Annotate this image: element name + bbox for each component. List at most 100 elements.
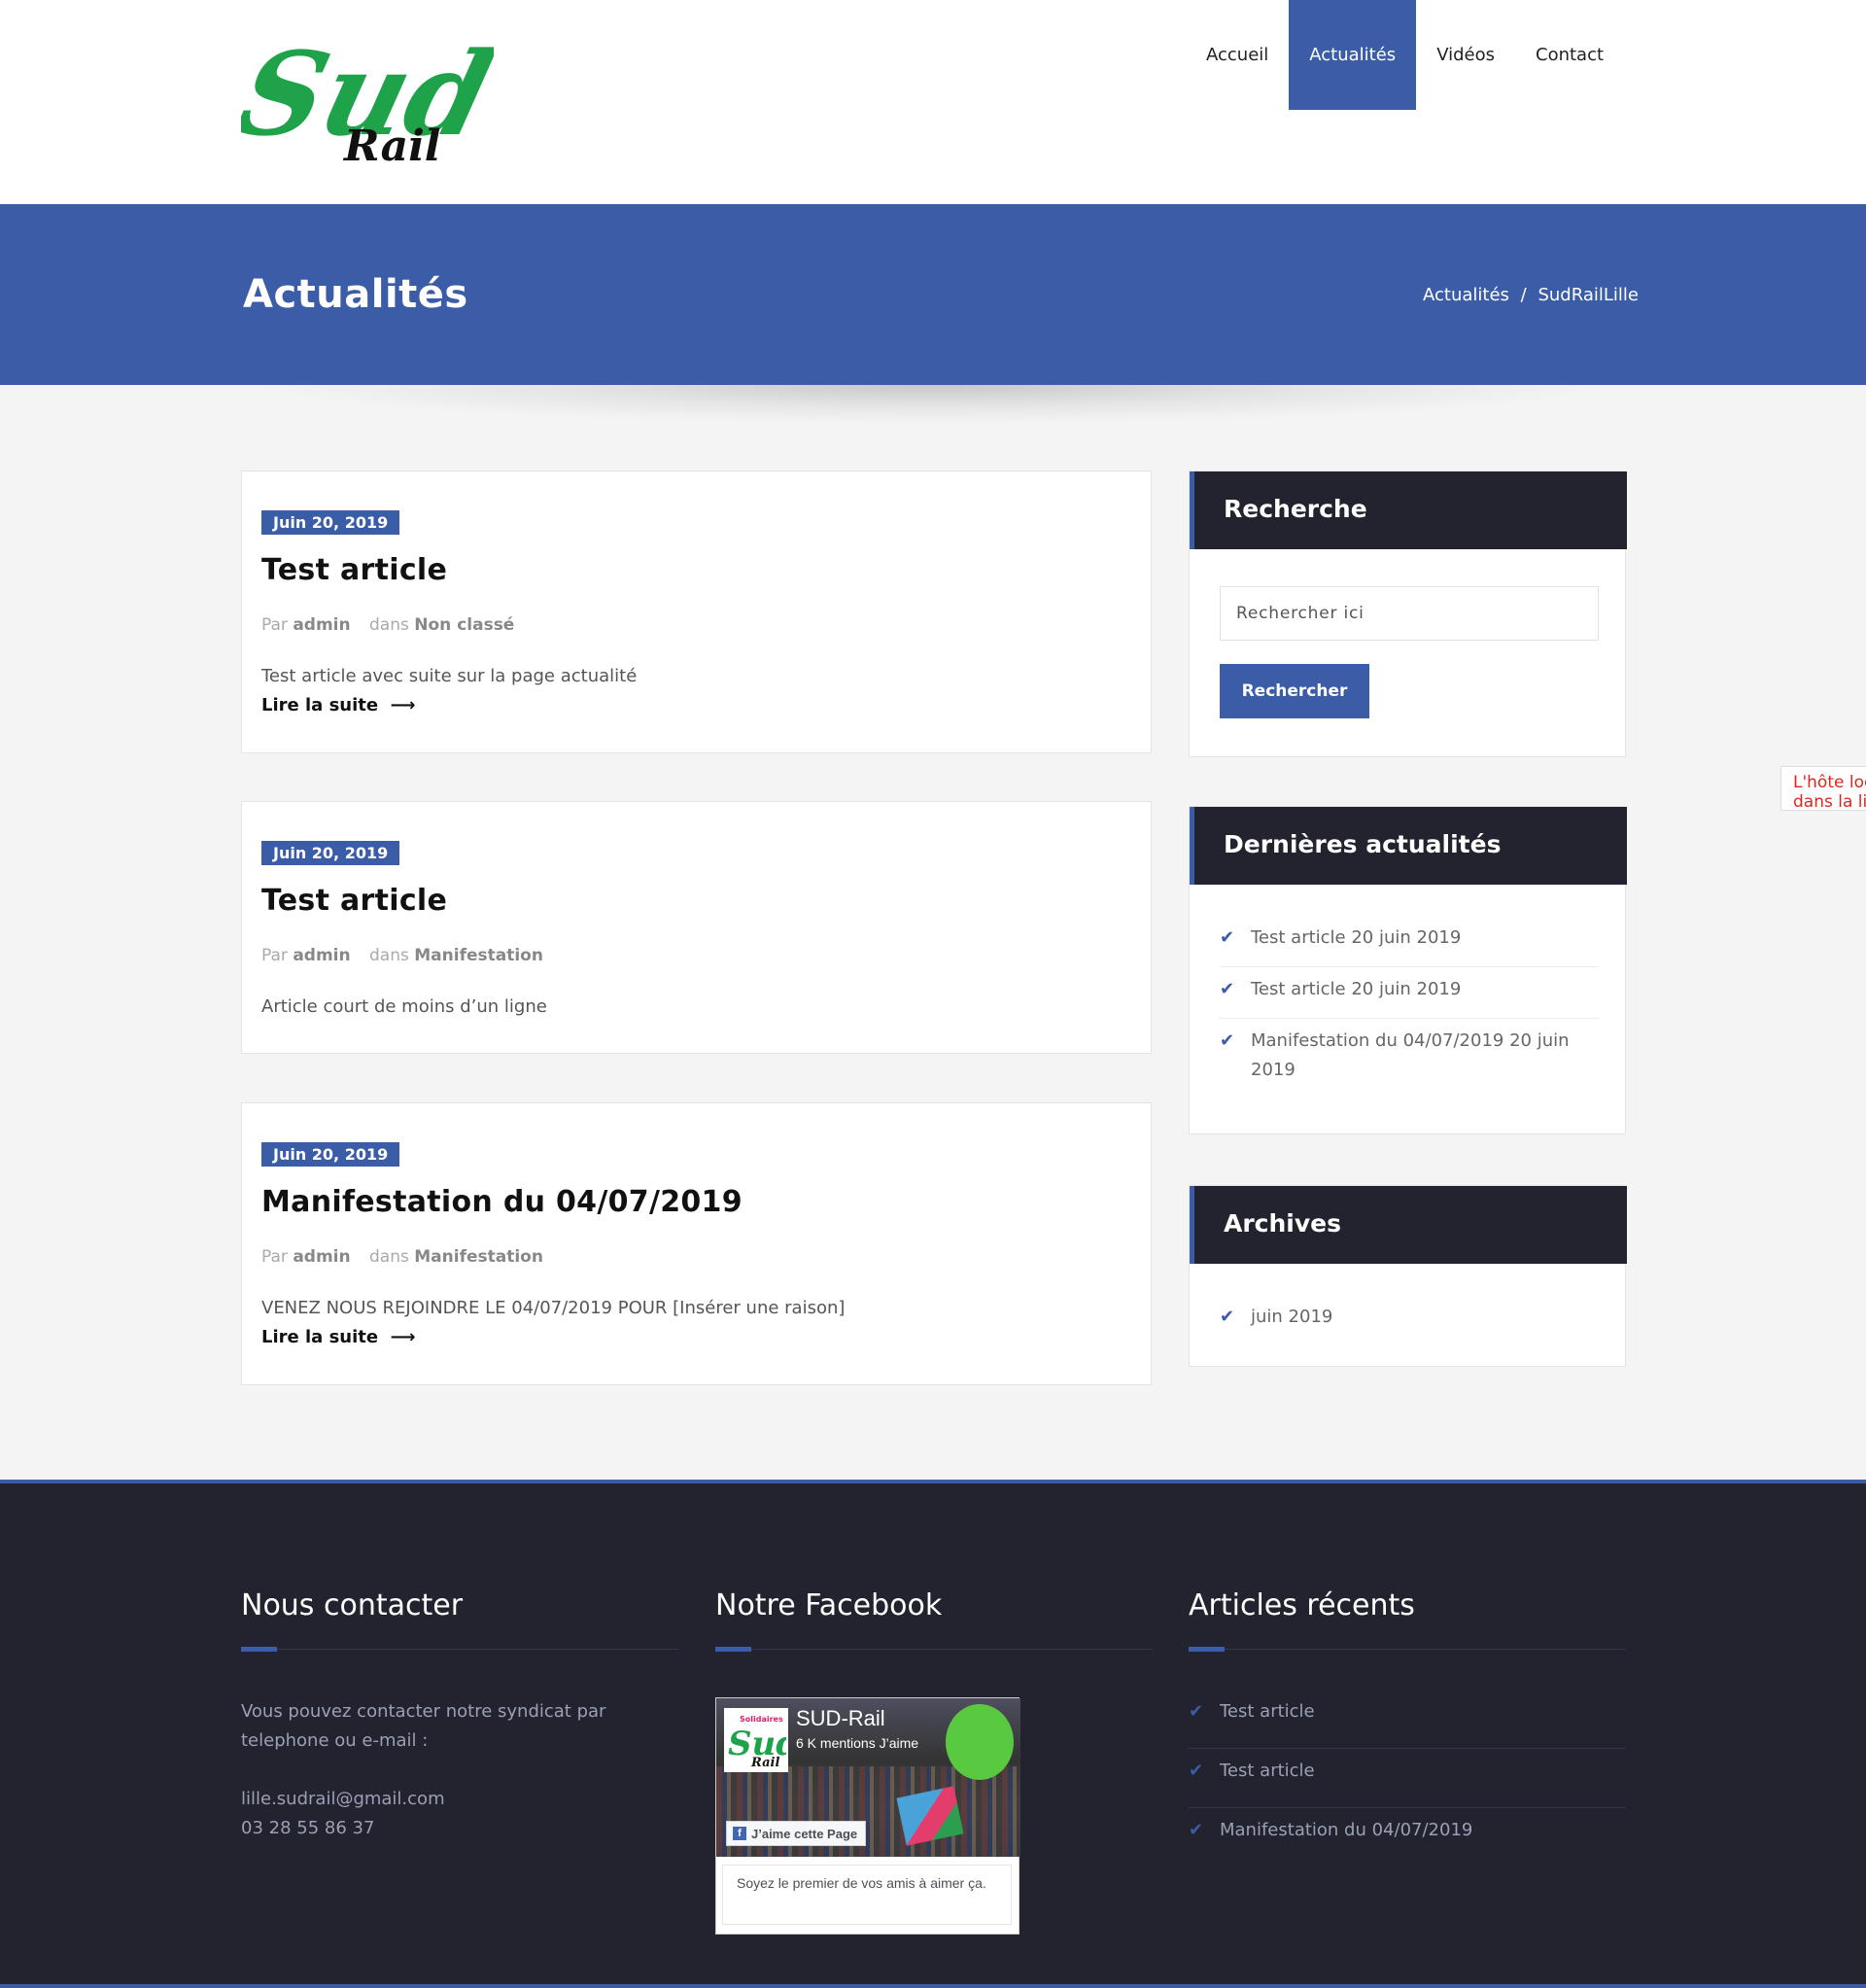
search-button[interactable]: Rechercher (1220, 664, 1369, 718)
facebook-friends-text: Soyez le premier de vos amis à aimer ça. (722, 1865, 1012, 1925)
site-footer: Nous contacter Vous pouvez contacter not… (0, 1480, 1866, 1988)
facebook-like-label: J’aime cette Page (751, 1826, 858, 1841)
contact-email[interactable]: lille.sudrail@gmail.com (241, 1785, 678, 1814)
page-title: Actualités (243, 272, 468, 317)
facebook-like-count: 6 K mentions J’aime (796, 1735, 919, 1751)
facebook-page-widget[interactable]: Solidaires Sud Rail SUD-Rail 6 K mention… (715, 1697, 1020, 1935)
post-card: Juin 20, 2019 Test article Par admin dan… (241, 471, 1152, 753)
facebook-page-logo[interactable]: Solidaires Sud Rail (724, 1708, 799, 1772)
nav-item-actualites[interactable]: Actualités (1289, 0, 1417, 110)
check-icon: ✔ (1220, 1307, 1235, 1327)
search-input[interactable] (1220, 586, 1599, 641)
post-in-label: dans (369, 1247, 409, 1267)
check-icon: ✔ (1220, 1030, 1235, 1051)
read-more-link[interactable]: Lire la suite ⟶ (261, 1327, 415, 1347)
list-item-label: Manifestation du 04/07/2019 20 juin 2019 (1251, 1030, 1570, 1080)
nav-item-videos[interactable]: Vidéos (1416, 0, 1515, 110)
footer-divider (715, 1649, 1153, 1650)
post-title[interactable]: Test article (261, 553, 447, 587)
recent-news-widget: Dernières actualités ✔ Test article 20 ju… (1189, 806, 1627, 1134)
logo-label: Solidaires (740, 1715, 783, 1724)
footer-accent-bar (1189, 1647, 1225, 1652)
list-item[interactable]: ✔ juin 2019 (1220, 1295, 1599, 1345)
search-widget: Recherche Rechercher (1189, 471, 1627, 757)
contact-phone: 03 28 55 86 37 (241, 1818, 375, 1838)
list-item-label: Manifestation du 04/07/2019 (1220, 1820, 1473, 1840)
edge-notification-line: L'hôte loc (1793, 773, 1866, 792)
widget-header: Recherche (1190, 471, 1627, 549)
nav-item-accueil[interactable]: Accueil (1186, 0, 1289, 110)
nav-item-contact[interactable]: Contact (1515, 0, 1624, 110)
archives-widget: Archives ✔ juin 2019 (1189, 1185, 1627, 1367)
arrow-right-icon: ⟶ (384, 695, 416, 715)
read-more-link[interactable]: Lire la suite ⟶ (261, 695, 415, 715)
sudrail-logo[interactable]: Sud Rail (225, 28, 505, 171)
check-icon: ✔ (1220, 979, 1235, 999)
widget-title: Recherche (1224, 495, 1367, 523)
read-more-label: Lire la suite (261, 695, 379, 715)
post-author[interactable]: admin (293, 946, 350, 965)
post-card: Juin 20, 2019 Test article Par admin dan… (241, 801, 1152, 1054)
edge-notification-text: L'hôte loc dans la lis (1793, 773, 1866, 811)
breadcrumb-item-actualites[interactable]: Actualités (1423, 285, 1509, 305)
list-item[interactable]: ✔ Manifestation du 04/07/2019 (1189, 1808, 1626, 1866)
post-excerpt: Test article avec suite sur la page actu… (261, 666, 638, 686)
site-header: Sud Rail Accueil Actualités Vidéos Conta… (0, 0, 1866, 204)
breadcrumb: Actualités / SudRailLille (1423, 285, 1639, 305)
widget-header: Dernières actualités (1190, 807, 1627, 885)
post-category[interactable]: Manifestation (414, 946, 543, 965)
breadcrumb-separator: / (1520, 285, 1527, 305)
facebook-icon: f (733, 1827, 746, 1840)
footer-title: Notre Facebook (715, 1588, 943, 1622)
edge-notification-line: dans la lis (1793, 792, 1866, 811)
check-icon: ✔ (1189, 1820, 1204, 1840)
post-in-label: dans (369, 615, 409, 635)
post-in-label: dans (369, 946, 409, 965)
post-date: Juin 20, 2019 (261, 1142, 400, 1167)
list-item[interactable]: ✔ Test article 20 juin 2019 (1220, 916, 1599, 967)
list-item-label: Test article (1220, 1761, 1315, 1781)
list-item-label: Test article (1220, 1701, 1315, 1722)
check-icon: ✔ (1189, 1761, 1204, 1781)
recent-news-list: ✔ Test article 20 juin 2019 ✔ Test article… (1220, 916, 1599, 1099)
edge-notification[interactable]: L'hôte loc dans la lis (1780, 766, 1866, 811)
footer-recent-list: ✔ Test article ✔ Test article ✔ Manifestati… (1189, 1690, 1626, 1866)
widget-header: Archives (1190, 1186, 1627, 1264)
facebook-like-button[interactable]: f J’aime cette Page (726, 1821, 867, 1846)
list-item[interactable]: ✔ Test article (1189, 1749, 1626, 1808)
list-item[interactable]: ✔ Manifestation du 04/07/2019 20 juin 201… (1220, 1019, 1599, 1099)
contact-intro: Vous pouvez contacter notre syndicat par… (241, 1701, 606, 1751)
list-item-label: juin 2019 (1251, 1307, 1333, 1327)
check-icon: ✔ (1220, 927, 1235, 948)
post-category[interactable]: Non classé (414, 615, 514, 635)
post-excerpt: Article court de moins d’un ligne (261, 996, 547, 1017)
post-by-label: Par (261, 946, 288, 965)
logo-sub-text: Rail (750, 1756, 779, 1770)
post-author[interactable]: admin (293, 1247, 350, 1267)
post-excerpt: VENEZ NOUS REJOINDRE LE 04/07/2019 POUR … (261, 1298, 846, 1318)
post-author[interactable]: admin (293, 615, 350, 635)
page-banner: Actualités Actualités / SudRailLille (0, 204, 1866, 385)
post-title[interactable]: Test article (261, 884, 447, 918)
facebook-cover-image: Solidaires Sud Rail SUD-Rail 6 K mention… (716, 1698, 1020, 1857)
post-date: Juin 20, 2019 (261, 510, 400, 535)
footer-accent-bar (241, 1647, 277, 1652)
footer-title: Articles récents (1189, 1588, 1415, 1622)
sudrail-logo-graphic: Sud Rail (225, 28, 505, 171)
post-title[interactable]: Manifestation du 04/07/2019 (261, 1185, 743, 1219)
footer-accent-bar (715, 1647, 751, 1652)
post-meta: Par admin dans Manifestation (261, 946, 543, 965)
widget-title: Dernières actualités (1224, 830, 1502, 858)
facebook-page-name[interactable]: SUD-Rail (796, 1706, 885, 1731)
post-by-label: Par (261, 615, 288, 635)
footer-divider (241, 1649, 678, 1650)
list-item[interactable]: ✔ Test article (1189, 1690, 1626, 1749)
post-card: Juin 20, 2019 Manifestation du 04/07/201… (241, 1102, 1152, 1385)
post-date: Juin 20, 2019 (261, 841, 400, 865)
main-nav: Accueil Actualités Vidéos Contact (1186, 0, 1624, 110)
post-category[interactable]: Manifestation (414, 1247, 543, 1267)
check-icon: ✔ (1189, 1701, 1204, 1722)
balloon-image (946, 1704, 1014, 1780)
list-item[interactable]: ✔ Test article 20 juin 2019 (1220, 967, 1599, 1019)
breadcrumb-item-current: SudRailLille (1538, 285, 1639, 305)
